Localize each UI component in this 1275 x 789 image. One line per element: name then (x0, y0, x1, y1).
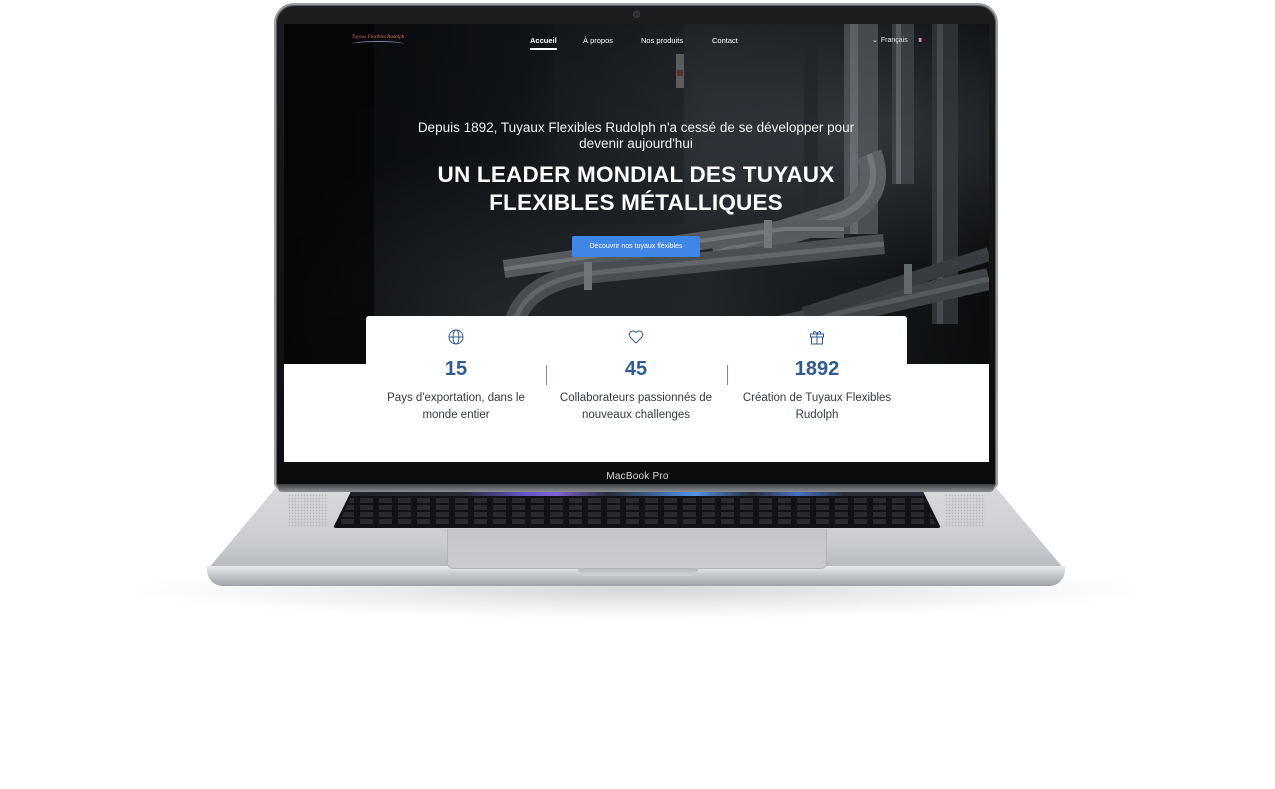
keyboard-key-rows (338, 498, 936, 526)
device-brand-label: MacBook Pro (606, 471, 669, 482)
nav-link-accueil[interactable]: Accueil (530, 36, 557, 45)
logo-swoosh-icon (352, 41, 404, 47)
language-selector[interactable]: ⌄ Français (872, 36, 908, 44)
stat-value: 15 (444, 358, 468, 380)
logo-wordmark: Tuyaux Flexibles Rudolph (351, 35, 405, 40)
stat-founded: 1892 Création de Tuyaux Flexibles Rudolp… (727, 316, 907, 436)
speaker-grille-right (945, 494, 985, 526)
globe-icon (448, 329, 464, 345)
stat-export-countries: 15 Pays d'exportation, dans le monde ent… (366, 316, 546, 436)
nav-link-nos-produits[interactable]: Nos produits (641, 36, 683, 45)
stat-label: Pays d'exportation, dans le monde entier (387, 392, 525, 421)
heart-icon (628, 330, 644, 344)
hero-subtitle: Depuis 1892, Tuyaux Flexibles Rudolph n'… (417, 120, 855, 151)
language-label: Français (880, 37, 908, 44)
nav-active-indicator (530, 48, 557, 50)
laptop-lid-notch (578, 568, 698, 576)
camera-icon (634, 12, 639, 17)
stat-value: 1892 (794, 358, 840, 380)
chevron-down-icon: ⌄ (872, 37, 878, 44)
touch-bar (350, 492, 924, 496)
stat-value: 45 (624, 358, 648, 380)
nav-link-contact[interactable]: Contact (712, 36, 738, 45)
trackpad (447, 529, 827, 569)
stats-card: 15 Pays d'exportation, dans le monde ent… (366, 316, 907, 436)
gift-icon (810, 331, 824, 345)
discover-products-button[interactable]: Découvrir nos tuyaux fléxibles (572, 236, 700, 257)
stat-collaborators: 45 Collaborateurs passionnés de nouveaux… (546, 316, 726, 436)
laptop-screen: Tuyaux Flexibles Rudolph Accueil À propo… (284, 24, 989, 462)
nav-link-a-propos[interactable]: À propos (583, 36, 613, 45)
french-flag-icon (918, 38, 922, 42)
laptop-hinge (278, 484, 994, 492)
hero-title: UN LEADER MONDIAL DES TUYAUX FLEXIBLES M… (437, 162, 835, 215)
speaker-grille-left (288, 494, 328, 526)
top-navigation: Tuyaux Flexibles Rudolph Accueil À propo… (284, 24, 989, 60)
stat-label: Collaborateurs passionnés de nouveaux ch… (559, 392, 713, 421)
site-logo[interactable]: Tuyaux Flexibles Rudolph (350, 34, 406, 48)
stat-label: Création de Tuyaux Flexibles Rudolph (742, 392, 892, 421)
